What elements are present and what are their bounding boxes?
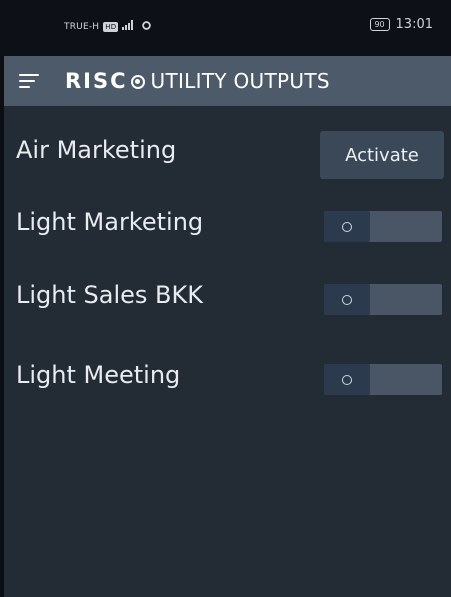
output-row-light-marketing: Light Marketing	[4, 186, 451, 258]
status-right: 90 13:01	[369, 17, 433, 32]
output-row-light-sales-bkk: Light Sales BKK	[4, 259, 451, 331]
output-row-light-meeting: Light Meeting	[4, 339, 451, 411]
brand-logo: RISC	[65, 69, 128, 93]
status-bar: TRUE-H HD 90 13:01	[0, 0, 451, 56]
app-bar: RISC UTILITY OUTPUTS	[4, 56, 451, 106]
toggle-off-icon	[342, 294, 352, 305]
network-badge: HD	[103, 21, 119, 32]
output-row-air-marketing: Air Marketing Activate	[4, 114, 451, 186]
hamburger-menu-icon[interactable]	[19, 74, 39, 88]
toggle-knob	[324, 284, 370, 315]
carrier-name: TRUE-H	[64, 21, 100, 32]
output-label: Light Marketing	[16, 208, 204, 236]
output-toggle[interactable]	[324, 364, 442, 395]
toggle-off-icon	[342, 221, 352, 232]
output-label: Light Sales BKK	[16, 281, 203, 309]
page-title: UTILITY OUTPUTS	[150, 69, 330, 93]
risco-logo-mark-icon	[130, 75, 145, 89]
sync-icon	[142, 20, 152, 33]
output-toggle[interactable]	[324, 211, 442, 242]
toggle-knob	[324, 364, 370, 395]
battery-icon: 90	[369, 18, 390, 31]
toggle-knob	[324, 211, 370, 242]
output-label: Air Marketing	[16, 136, 177, 164]
toggle-off-icon	[342, 374, 352, 385]
activate-button[interactable]: Activate	[320, 131, 444, 179]
output-toggle[interactable]	[324, 284, 442, 315]
outputs-list: Air Marketing Activate Light Marketing L…	[4, 106, 451, 597]
status-time: 13:01	[395, 17, 433, 32]
app-screen: TRUE-H HD 90 13:01 RISC UTILITY OUTPUTS …	[0, 0, 451, 597]
signal-icon	[122, 20, 138, 33]
output-label: Light Meeting	[16, 361, 181, 389]
status-left: TRUE-H HD	[64, 20, 152, 33]
